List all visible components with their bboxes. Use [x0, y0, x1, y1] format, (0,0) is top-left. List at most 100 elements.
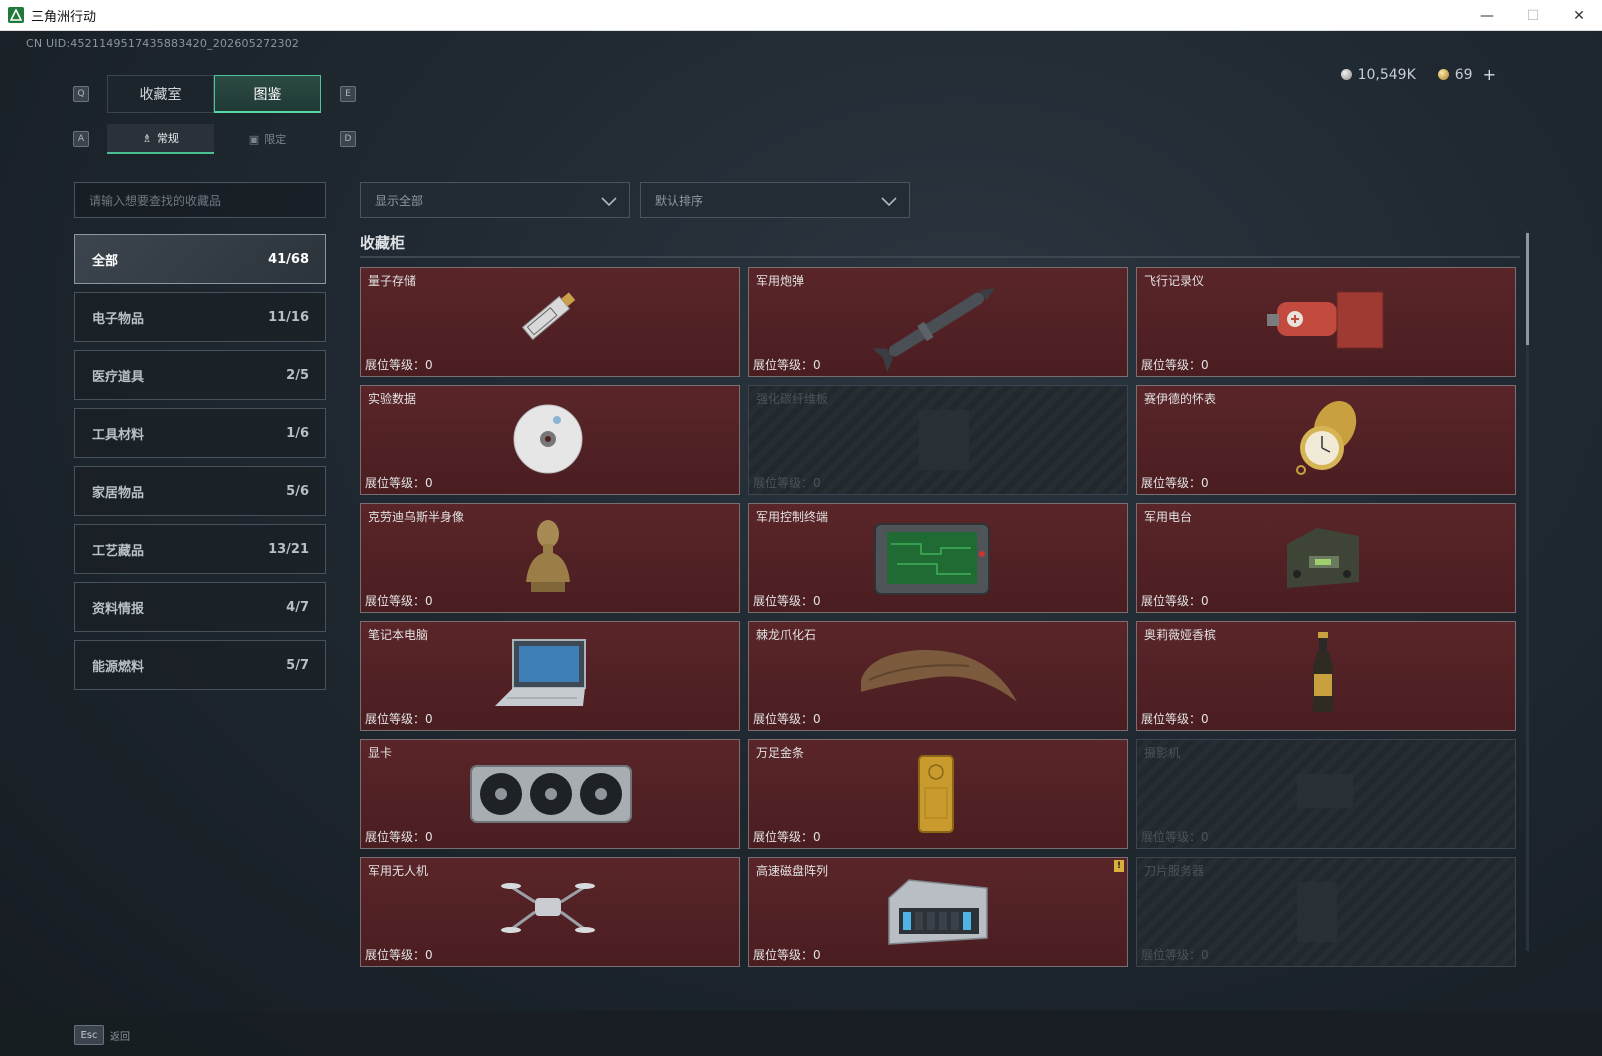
item-card-locked[interactable]: 刀片服务器 展位等级：0: [1136, 857, 1516, 967]
category-intel[interactable]: 资料情报 4/7: [74, 582, 326, 632]
category-all[interactable]: 全部 41/68: [74, 234, 326, 284]
item-card[interactable]: 军用控制终端 展位等级：0: [748, 503, 1128, 613]
category-count: 5/6: [286, 483, 309, 499]
gold-coin-icon: [1437, 69, 1449, 80]
esc-key-hint: Esc: [74, 1025, 104, 1045]
category-tools[interactable]: 工具材料 1/6: [74, 408, 326, 458]
category-label: 家居物品: [92, 485, 145, 501]
silver-coin-icon: [1340, 69, 1352, 80]
silver-amount: 10,549K: [1357, 66, 1416, 83]
scrollbar-thumb[interactable]: [1526, 233, 1529, 345]
tab-collection-room[interactable]: 收藏室: [107, 75, 214, 113]
category-label: 医疗道具: [92, 369, 145, 385]
item-level: 展位等级：0: [1141, 358, 1209, 372]
item-name: 军用控制终端: [756, 510, 829, 524]
tab-limited[interactable]: ▣ 限定: [214, 124, 321, 154]
item-level: 展位等级：0: [365, 830, 433, 844]
item-card[interactable]: 万足金条 展位等级：0: [748, 739, 1128, 849]
window-titlebar: 三角洲行动 — ☐ ✕: [0, 0, 1602, 31]
currency-bar: 10,549K 69 +: [1340, 65, 1496, 84]
item-card[interactable]: 奥莉薇娅香槟 展位等级：0: [1136, 621, 1516, 731]
category-label: 工具材料: [92, 427, 145, 443]
window-title: 三角洲行动: [31, 9, 97, 25]
item-card[interactable]: 棘龙爪化石 展位等级：0: [748, 621, 1128, 731]
item-name: 克劳迪乌斯半身像: [368, 510, 465, 524]
tab-regular[interactable]: ♗ 常规: [107, 124, 214, 154]
item-name: 军用无人机: [368, 864, 429, 878]
item-level: 展位等级：0: [365, 358, 433, 372]
category-label: 全部: [92, 253, 119, 269]
maximize-button[interactable]: ☐: [1510, 0, 1556, 31]
category-label: 能源燃料: [92, 659, 145, 675]
main-tabs: 收藏室 图鉴: [107, 75, 321, 113]
item-level: 展位等级：0: [753, 712, 821, 726]
category-count: 41/68: [268, 251, 309, 267]
item-card[interactable]: 笔记本电脑 展位等级：0: [360, 621, 740, 731]
key-hint-d: D: [340, 131, 356, 147]
item-level: 展位等级：0: [753, 594, 821, 608]
item-name: 摄影机: [1144, 746, 1181, 760]
item-card[interactable]: 显卡 展位等级：0: [360, 739, 740, 849]
item-name: 军用炮弹: [756, 274, 805, 288]
category-crafts[interactable]: 工艺藏品 13/21: [74, 524, 326, 574]
item-card[interactable]: 飞行记录仪 展位等级：0: [1136, 267, 1516, 377]
search-input[interactable]: 请输入想要查找的收藏品: [74, 182, 326, 218]
add-currency-button[interactable]: +: [1483, 65, 1496, 84]
item-level: 展位等级：0: [365, 948, 433, 962]
item-level: 展位等级：0: [1141, 948, 1209, 962]
tab-regular-label: 常规: [156, 132, 179, 145]
app-logo-icon: [8, 7, 24, 23]
silver-currency: 10,549K: [1340, 66, 1416, 83]
category-energy[interactable]: 能源燃料 5/7: [74, 640, 326, 690]
item-name: 军用电台: [1144, 510, 1193, 524]
item-card[interactable]: 克劳迪乌斯半身像 展位等级：0: [360, 503, 740, 613]
minimize-button[interactable]: —: [1464, 0, 1510, 31]
key-hint-q: Q: [73, 86, 89, 102]
key-hint-e: E: [340, 86, 356, 102]
close-button[interactable]: ✕: [1556, 0, 1602, 31]
category-count: 4/7: [286, 599, 309, 615]
chevron-down-icon: [601, 197, 617, 207]
item-card[interactable]: 军用电台 展位等级：0: [1136, 503, 1516, 613]
item-card-locked[interactable]: 摄影机 展位等级：0: [1136, 739, 1516, 849]
item-card[interactable]: 高速磁盘阵列 展位等级：0 !: [748, 857, 1128, 967]
item-level: 展位等级：0: [1141, 594, 1209, 608]
section-divider: [360, 256, 1520, 258]
filter-dropdown[interactable]: 显示全部: [360, 182, 630, 218]
item-name: 飞行记录仪: [1144, 274, 1205, 288]
item-card[interactable]: 军用无人机 展位等级：0: [360, 857, 740, 967]
category-count: 11/16: [268, 309, 309, 325]
item-level: 展位等级：0: [1141, 830, 1209, 844]
category-electronics[interactable]: 电子物品 11/16: [74, 292, 326, 342]
item-name: 笔记本电脑: [368, 628, 429, 642]
item-name: 奥莉薇娅香槟: [1144, 628, 1217, 642]
item-card[interactable]: 量子存储 展位等级：0: [360, 267, 740, 377]
gold-currency: 69 +: [1437, 65, 1496, 84]
section-title: 收藏柜: [360, 234, 406, 252]
back-button[interactable]: Esc 返回: [74, 1025, 130, 1045]
tab-limited-label: 限定: [264, 133, 287, 146]
item-level: 展位等级：0: [753, 476, 821, 490]
item-level: 展位等级：0: [753, 358, 821, 372]
item-card-locked[interactable]: 强化碳纤维板 展位等级：0: [748, 385, 1128, 495]
item-card[interactable]: 赛伊德的怀表 展位等级：0: [1136, 385, 1516, 495]
item-level: 展位等级：0: [753, 830, 821, 844]
item-level: 展位等级：0: [365, 476, 433, 490]
sort-dropdown[interactable]: 默认排序: [640, 182, 910, 218]
category-label: 电子物品: [92, 311, 145, 327]
category-medical[interactable]: 医疗道具 2/5: [74, 350, 326, 400]
category-list: 全部 41/68 电子物品 11/16 医疗道具 2/5 工具材料 1/6 家居…: [74, 234, 326, 698]
category-household[interactable]: 家居物品 5/6: [74, 466, 326, 516]
item-level: 展位等级：0: [753, 948, 821, 962]
item-name: 刀片服务器: [1144, 864, 1205, 878]
item-card[interactable]: 军用炮弹 展位等级：0: [748, 267, 1128, 377]
category-count: 1/6: [286, 425, 309, 441]
sort-dropdown-value: 默认排序: [655, 193, 704, 208]
item-name: 强化碳纤维板: [756, 392, 829, 406]
back-label: 返回: [110, 1031, 130, 1043]
filter-dropdown-value: 显示全部: [375, 193, 424, 208]
tab-codex[interactable]: 图鉴: [214, 75, 321, 113]
item-card[interactable]: 实验数据 展位等级：0: [360, 385, 740, 495]
new-item-badge: !: [1114, 860, 1124, 872]
category-label: 资料情报: [92, 601, 145, 617]
